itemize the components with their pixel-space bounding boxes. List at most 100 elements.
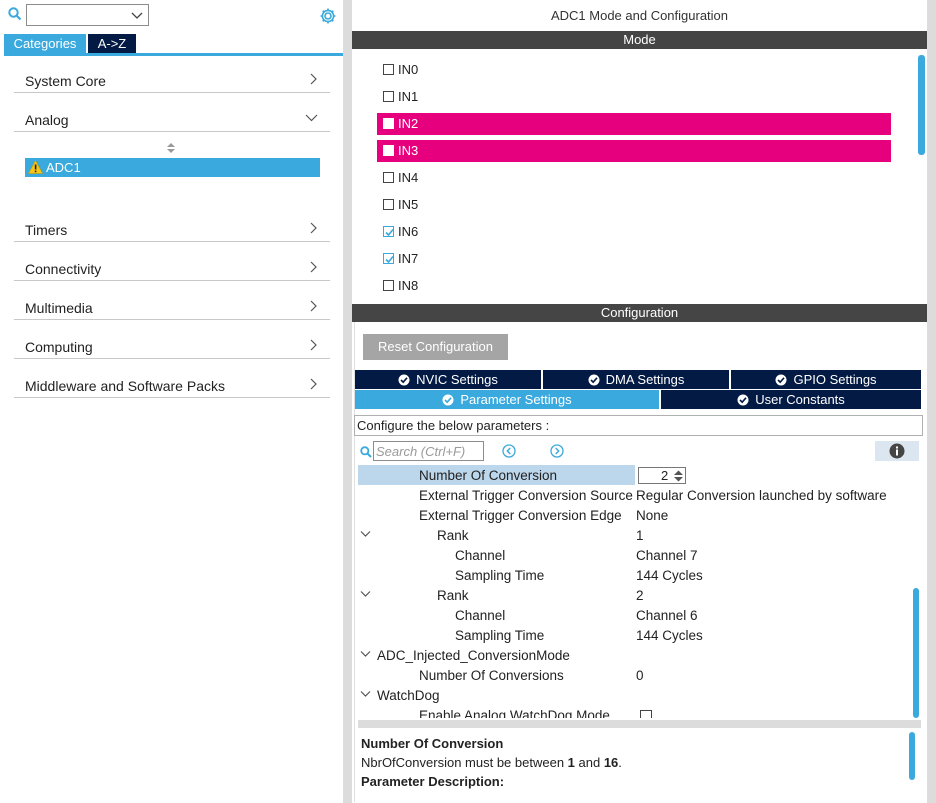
- input-label: IN7: [398, 251, 419, 266]
- watchdog-enable-checkbox[interactable]: [640, 710, 652, 718]
- input-row-in3[interactable]: IN3: [377, 140, 891, 162]
- param-row-enable-analog-watchdog[interactable]: Enable Analog WatchDog Mode: [358, 705, 913, 718]
- previous-match-icon[interactable]: [502, 444, 516, 458]
- spinner-arrows-icon[interactable]: [673, 469, 684, 483]
- mode-scrollbar[interactable]: [918, 55, 925, 155]
- description-splitter[interactable]: [358, 720, 921, 728]
- tab-categories[interactable]: Categories: [4, 34, 86, 53]
- param-row-channel-1[interactable]: Channel Channel 7: [358, 545, 913, 565]
- input-checkbox[interactable]: [383, 199, 394, 210]
- input-checkbox[interactable]: [383, 172, 394, 183]
- description-scrollbar[interactable]: [909, 732, 915, 780]
- category-system-core[interactable]: System Core: [14, 67, 330, 93]
- parameter-tree: Number Of Conversion 2 External Trigger …: [358, 465, 913, 718]
- input-row-in0[interactable]: IN0: [377, 59, 891, 81]
- tab-nvic-settings[interactable]: NVIC Settings: [355, 370, 541, 389]
- search-icon: [8, 7, 22, 21]
- parameter-search-input[interactable]: Search (Ctrl+F): [373, 441, 484, 461]
- search-icon: [360, 446, 372, 458]
- param-row-ext-trigger-source[interactable]: External Trigger Conversion Source Regul…: [358, 485, 913, 505]
- input-checkbox[interactable]: [383, 145, 394, 156]
- sort-arrows-icon[interactable]: [166, 142, 176, 154]
- param-key: Enable Analog WatchDog Mode: [419, 708, 610, 718]
- chevron-down-icon[interactable]: [360, 690, 371, 698]
- input-label: IN8: [398, 278, 419, 293]
- description-title: Number Of Conversion: [361, 736, 504, 751]
- param-row-ext-trigger-edge[interactable]: External Trigger Conversion Edge None: [358, 505, 913, 525]
- param-row-number-of-conversion[interactable]: Number Of Conversion 2: [358, 465, 913, 485]
- reset-configuration-button[interactable]: Reset Configuration: [363, 334, 508, 360]
- chevron-down-icon[interactable]: [360, 650, 371, 658]
- input-row-in7[interactable]: IN7: [377, 248, 891, 270]
- warning-icon: [28, 160, 43, 174]
- input-row-in5[interactable]: IN5: [377, 194, 891, 216]
- input-row-in4[interactable]: IN4: [377, 167, 891, 189]
- chevron-down-icon: [305, 114, 318, 122]
- peripheral-search-combo[interactable]: [26, 4, 149, 26]
- chevron-down-icon[interactable]: [360, 530, 371, 538]
- param-group-label: ADC_Injected_ConversionMode: [377, 648, 570, 663]
- panel-title: ADC1 Mode and Configuration: [550, 8, 729, 23]
- category-label: Multimedia: [25, 300, 93, 316]
- category-analog[interactable]: Analog: [14, 106, 330, 132]
- param-row-rank-1[interactable]: Rank 1: [358, 525, 913, 545]
- check-circle-icon: [398, 374, 410, 386]
- description-min: 1: [567, 755, 575, 770]
- chevron-right-icon: [310, 339, 317, 351]
- chevron-right-icon: [310, 378, 317, 390]
- input-row-in6[interactable]: IN6: [377, 221, 891, 243]
- tab-parameter-settings[interactable]: Parameter Settings: [355, 390, 659, 409]
- param-group-label: WatchDog: [377, 688, 440, 703]
- peripheral-adc1[interactable]: ADC1: [25, 158, 320, 177]
- input-label: IN6: [398, 224, 419, 239]
- input-label: IN0: [398, 62, 419, 77]
- category-timers[interactable]: Timers: [14, 216, 330, 242]
- next-match-icon[interactable]: [550, 444, 564, 458]
- checkmark-icon: [385, 255, 394, 264]
- input-checkbox[interactable]: [383, 64, 394, 75]
- param-group-watchdog[interactable]: WatchDog: [358, 685, 913, 705]
- param-row-sampling-time-2[interactable]: Sampling Time 144 Cycles: [358, 625, 913, 645]
- mode-configuration-panel: ADC1 Mode and Configuration Mode IN0 IN1…: [352, 0, 936, 803]
- param-value: 144 Cycles: [636, 628, 703, 643]
- param-group-injected-conversion[interactable]: ADC_Injected_ConversionMode: [358, 645, 913, 665]
- category-connectivity[interactable]: Connectivity: [14, 255, 330, 281]
- input-row-in1[interactable]: IN1: [377, 86, 891, 108]
- input-checkbox[interactable]: [383, 91, 394, 102]
- parameter-scrollbar[interactable]: [913, 588, 919, 718]
- category-label: Timers: [25, 222, 68, 238]
- info-button[interactable]: [875, 441, 919, 461]
- category-computing[interactable]: Computing: [14, 333, 330, 359]
- input-label: IN1: [398, 89, 419, 104]
- input-checkbox[interactable]: [383, 118, 394, 129]
- input-checkbox[interactable]: [383, 280, 394, 291]
- param-row-channel-2[interactable]: Channel Channel 6: [358, 605, 913, 625]
- number-of-conversion-spinner[interactable]: 2: [638, 467, 686, 484]
- description-prefix: NbrOfConversion must be between: [361, 755, 568, 770]
- input-row-in2[interactable]: IN2: [377, 113, 891, 135]
- right-scrollbar-track[interactable]: [927, 0, 936, 803]
- tab-gpio-settings[interactable]: GPIO Settings: [731, 370, 921, 389]
- chevron-down-icon[interactable]: [131, 10, 143, 20]
- param-row-injected-number-of-conversions[interactable]: Number Of Conversions 0: [358, 665, 913, 685]
- param-value: Channel 6: [636, 608, 698, 623]
- input-checkbox-checked[interactable]: [383, 226, 394, 237]
- panel-splitter[interactable]: [343, 0, 352, 803]
- description-text: NbrOfConversion must be between 1 and 16…: [361, 755, 622, 770]
- param-key: Channel: [455, 548, 506, 563]
- input-checkbox-checked[interactable]: [383, 253, 394, 264]
- tab-user-constants[interactable]: User Constants: [661, 390, 921, 409]
- chevron-right-icon: [310, 261, 317, 273]
- input-row-in8[interactable]: IN8: [377, 275, 891, 296]
- tab-dma-settings[interactable]: DMA Settings: [543, 370, 729, 389]
- left-toolbar: Categories A->Z: [0, 0, 343, 58]
- param-row-rank-2[interactable]: Rank 2: [358, 585, 913, 605]
- category-multimedia[interactable]: Multimedia: [14, 294, 330, 320]
- param-row-sampling-time-1[interactable]: Sampling Time 144 Cycles: [358, 565, 913, 585]
- category-middleware[interactable]: Middleware and Software Packs: [14, 372, 330, 398]
- tab-a-to-z[interactable]: A->Z: [88, 34, 136, 53]
- spinner-value: 2: [661, 468, 669, 483]
- info-icon: [889, 443, 905, 459]
- gear-icon[interactable]: [319, 7, 337, 25]
- chevron-down-icon[interactable]: [360, 590, 371, 598]
